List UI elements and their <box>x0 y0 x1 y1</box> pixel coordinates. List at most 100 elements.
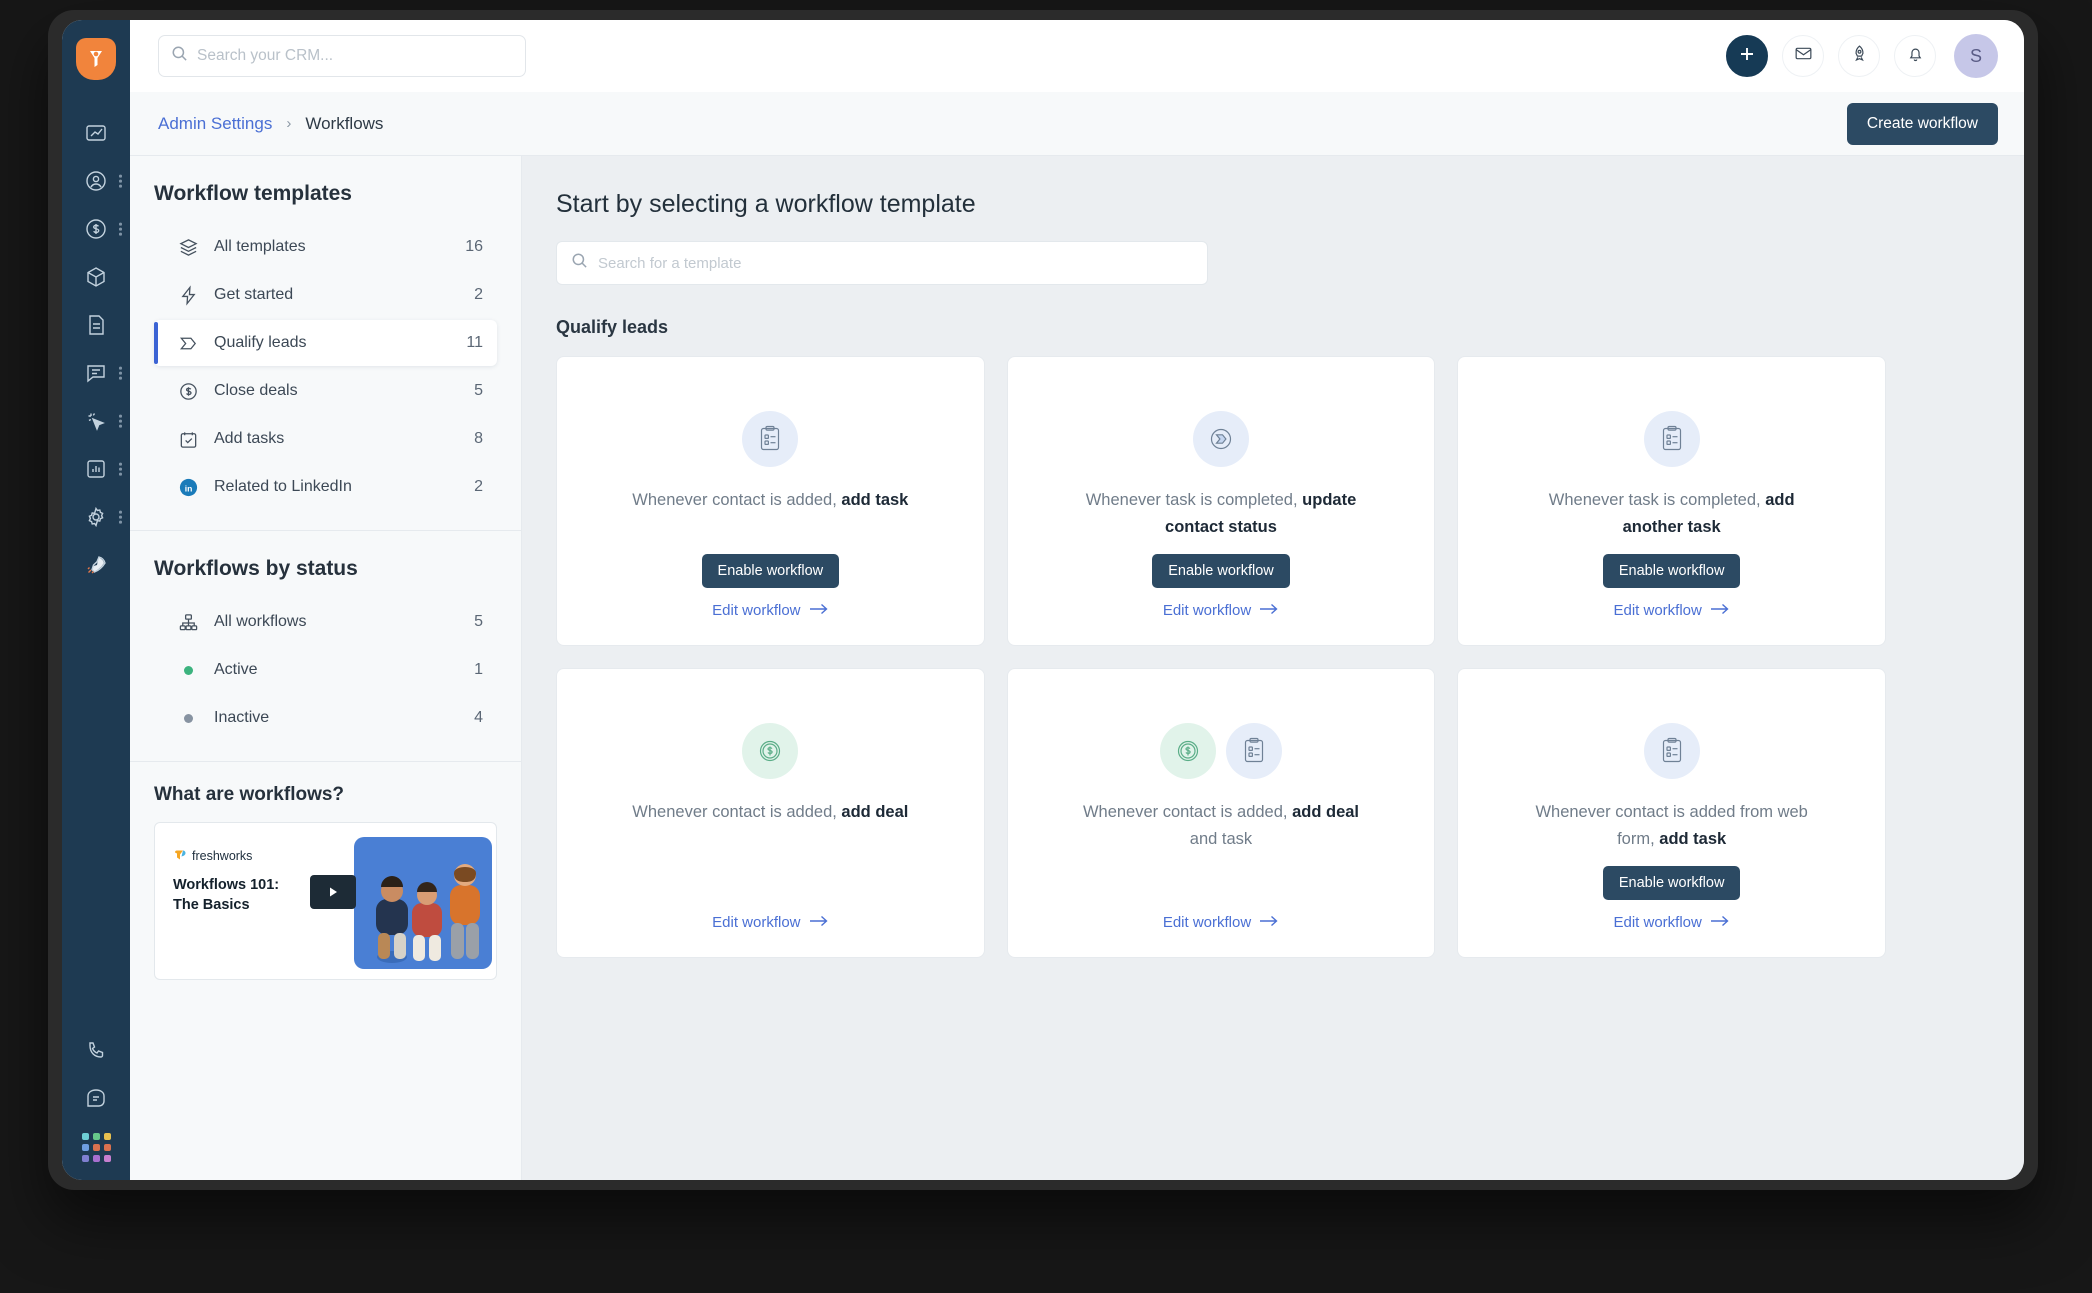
promo-heading-line2: The Basics <box>173 897 250 913</box>
rail-item-deals[interactable] <box>62 206 130 252</box>
sidebar-status-item[interactable]: All workflows 5 <box>154 599 497 645</box>
brand-name: freshworks <box>192 849 253 863</box>
rail-item-products[interactable] <box>62 254 130 300</box>
search-icon <box>571 252 588 274</box>
workflow-template-card[interactable]: Whenever contact is added, add task Enabl… <box>556 356 985 646</box>
deals-icon <box>84 217 108 241</box>
promo-heading-line1: Workflows 101: <box>173 877 280 893</box>
onboarding-button[interactable] <box>1838 35 1880 77</box>
campaigns-icon <box>84 409 108 433</box>
arrow-right-icon <box>1259 602 1279 619</box>
sidebar-template-item[interactable]: Close deals 5 <box>154 368 497 414</box>
global-search-input[interactable] <box>197 47 513 65</box>
template-search[interactable] <box>556 241 1208 285</box>
enable-workflow-button[interactable]: Enable workflow <box>1602 554 1741 588</box>
rail-overflow-menu[interactable] <box>119 222 122 236</box>
workflow-template-card[interactable]: Whenever task is completed, add another … <box>1457 356 1886 646</box>
sidebar-template-item[interactable]: Add tasks 8 <box>154 416 497 462</box>
card-text-prefix: Whenever contact is added, <box>1082 803 1293 821</box>
workflow-template-card[interactable]: Whenever contact is added, add deal and … <box>1006 668 1436 958</box>
app-grid-icon[interactable] <box>81 1133 111 1162</box>
sidebar-template-item[interactable]: in Related to LinkedIn 2 <box>154 464 497 510</box>
sidebar-item-count: 2 <box>474 286 483 303</box>
breadcrumb: Admin Settings › Workflows <box>158 114 383 134</box>
card-description: Whenever contact is added, add deal <box>632 799 908 826</box>
rail-overflow-menu[interactable] <box>119 174 122 188</box>
breadcrumb-bar: Admin Settings › Workflows Create workfl… <box>130 92 2024 156</box>
template-search-input[interactable] <box>598 254 1193 272</box>
enable-workflow-button[interactable]: Enable workflow <box>701 554 840 588</box>
reports-icon <box>84 457 108 481</box>
chevron-flag-icon <box>1192 411 1249 467</box>
sidebar-item-count: 11 <box>466 334 483 351</box>
sidebar-item-count: 8 <box>474 430 483 447</box>
template-browser: Start by selecting a workflow template Q… <box>522 156 2024 1180</box>
sidebar-template-item[interactable]: Qualify leads 11 <box>154 320 497 366</box>
breadcrumb-current: Workflows <box>305 113 384 133</box>
sidebar-template-item[interactable]: Get started 2 <box>154 272 497 318</box>
sidebar-template-item[interactable]: All templates 16 <box>154 224 497 270</box>
sitemap-icon <box>176 612 200 633</box>
edit-workflow-link[interactable]: Edit workflow <box>1613 914 1729 931</box>
sidebar-status-item[interactable]: Active 1 <box>154 647 497 693</box>
enable-workflow-button[interactable]: Enable workflow <box>1152 554 1290 588</box>
contacts-icon <box>84 169 108 193</box>
freshworks-crm-logo[interactable] <box>76 38 116 80</box>
edit-workflow-link[interactable]: Edit workflow <box>1163 914 1279 931</box>
card-text-prefix: Whenever contact is added, <box>632 803 842 821</box>
breadcrumb-admin-settings[interactable]: Admin Settings <box>158 114 272 134</box>
sidebar-item-count: 1 <box>474 661 483 678</box>
enable-workflow-button[interactable]: Enable workflow <box>1602 866 1741 900</box>
workflow-template-card[interactable]: Whenever contact is added, add deal Edit… <box>556 668 985 958</box>
envelope-icon <box>1794 44 1813 68</box>
add-button[interactable] <box>1726 35 1768 77</box>
rocket-icon <box>84 553 108 577</box>
create-workflow-button[interactable]: Create workflow <box>1846 102 1998 145</box>
rail-item-reports[interactable] <box>62 446 130 492</box>
rail-item-rocket[interactable] <box>62 542 130 588</box>
products-icon <box>84 265 108 289</box>
rail-overflow-menu[interactable] <box>119 510 122 524</box>
phone-icon[interactable] <box>84 1039 108 1068</box>
layers-icon <box>176 237 200 258</box>
sidebar-item-label: All workflows <box>214 613 307 630</box>
sidebar-item-label: Inactive <box>214 709 270 726</box>
device-frame: S Admin Settings › Workflows Create work… <box>48 10 2038 1190</box>
promo-section: What are workflows? freshworks Workflows… <box>130 761 521 1004</box>
promo-photo <box>354 837 492 969</box>
workflow-template-card[interactable]: Whenever task is completed, update conta… <box>1006 356 1436 646</box>
edit-workflow-link[interactable]: Edit workflow <box>1613 602 1729 619</box>
play-button[interactable] <box>309 875 356 909</box>
workflow-template-card[interactable]: Whenever contact is added from web form,… <box>1457 668 1886 958</box>
dollar-circle-icon <box>742 723 799 779</box>
status-list: All workflows 5 Active 1 Inactive 4 <box>154 599 497 741</box>
app-grid-dot <box>103 1144 111 1151</box>
rail-item-contacts[interactable] <box>62 158 130 204</box>
rail-overflow-menu[interactable] <box>119 414 122 428</box>
rail-item-settings[interactable] <box>62 494 130 540</box>
card-icons <box>742 723 799 779</box>
avatar[interactable]: S <box>1954 34 1998 78</box>
rail-overflow-menu[interactable] <box>119 366 122 380</box>
card-text-bold: add task <box>1659 829 1727 848</box>
edit-workflow-link[interactable]: Edit workflow <box>712 914 828 931</box>
rail-overflow-menu[interactable] <box>119 462 122 476</box>
play-icon <box>329 887 337 897</box>
settings-gear-icon <box>84 505 108 529</box>
promo-video-card[interactable]: freshworks Workflows 101: The Basics <box>154 822 497 980</box>
email-button[interactable] <box>1782 35 1824 77</box>
edit-workflow-link[interactable]: Edit workflow <box>712 602 828 619</box>
rail-item-campaigns[interactable] <box>62 398 130 444</box>
clipboard-task-icon <box>742 411 799 467</box>
notifications-button[interactable] <box>1894 35 1936 77</box>
global-search[interactable] <box>158 35 526 77</box>
app-body: S Admin Settings › Workflows Create work… <box>130 20 2024 1180</box>
rail-item-chat[interactable] <box>62 350 130 396</box>
rail-item-dashboard[interactable] <box>62 110 130 156</box>
rail-item-documents[interactable] <box>62 302 130 348</box>
sidebar-status-item[interactable]: Inactive 4 <box>154 695 497 741</box>
sidebar-item-label: Get started <box>214 286 294 303</box>
edit-workflow-link[interactable]: Edit workflow <box>1163 602 1279 619</box>
chat-bubble-icon[interactable] <box>84 1086 108 1115</box>
sidebar-item-count: 5 <box>474 382 483 399</box>
